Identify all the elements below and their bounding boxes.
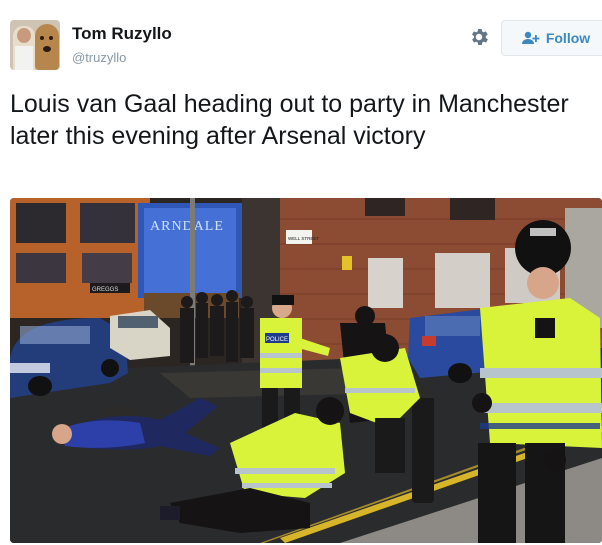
tweet-text: Louis van Gaal heading out to party in M… xyxy=(10,90,569,150)
avatar-person xyxy=(13,26,35,70)
svg-text:WELL STREET: WELL STREET xyxy=(288,236,319,241)
follow-person-plus-icon xyxy=(521,31,540,44)
author-handle[interactable]: @truzyllo xyxy=(72,49,172,67)
follow-button[interactable]: Follow xyxy=(501,20,602,56)
follow-label: Follow xyxy=(545,30,591,46)
crowd xyxy=(180,290,254,363)
tweet-header: Tom Ruzyllo @truzyllo Follow xyxy=(10,20,602,72)
mall-sign: ARNDALE xyxy=(150,219,224,234)
tweet-card: Tom Ruzyllo @truzyllo Follow Louis van G… xyxy=(0,0,602,545)
svg-text:POLICE: POLICE xyxy=(266,337,288,343)
author-names: Tom Ruzyllo @truzyllo xyxy=(72,24,172,67)
shop-sign: GREGGS xyxy=(92,287,118,293)
avatar[interactable] xyxy=(10,20,60,70)
author-display-name[interactable]: Tom Ruzyllo xyxy=(72,24,172,44)
bollard xyxy=(412,393,434,503)
tweet-photo[interactable]: GREGGS ARNDALE WELL STREET POLICE xyxy=(10,198,602,543)
gear-icon[interactable] xyxy=(468,26,490,48)
avatar-dog xyxy=(35,24,59,70)
